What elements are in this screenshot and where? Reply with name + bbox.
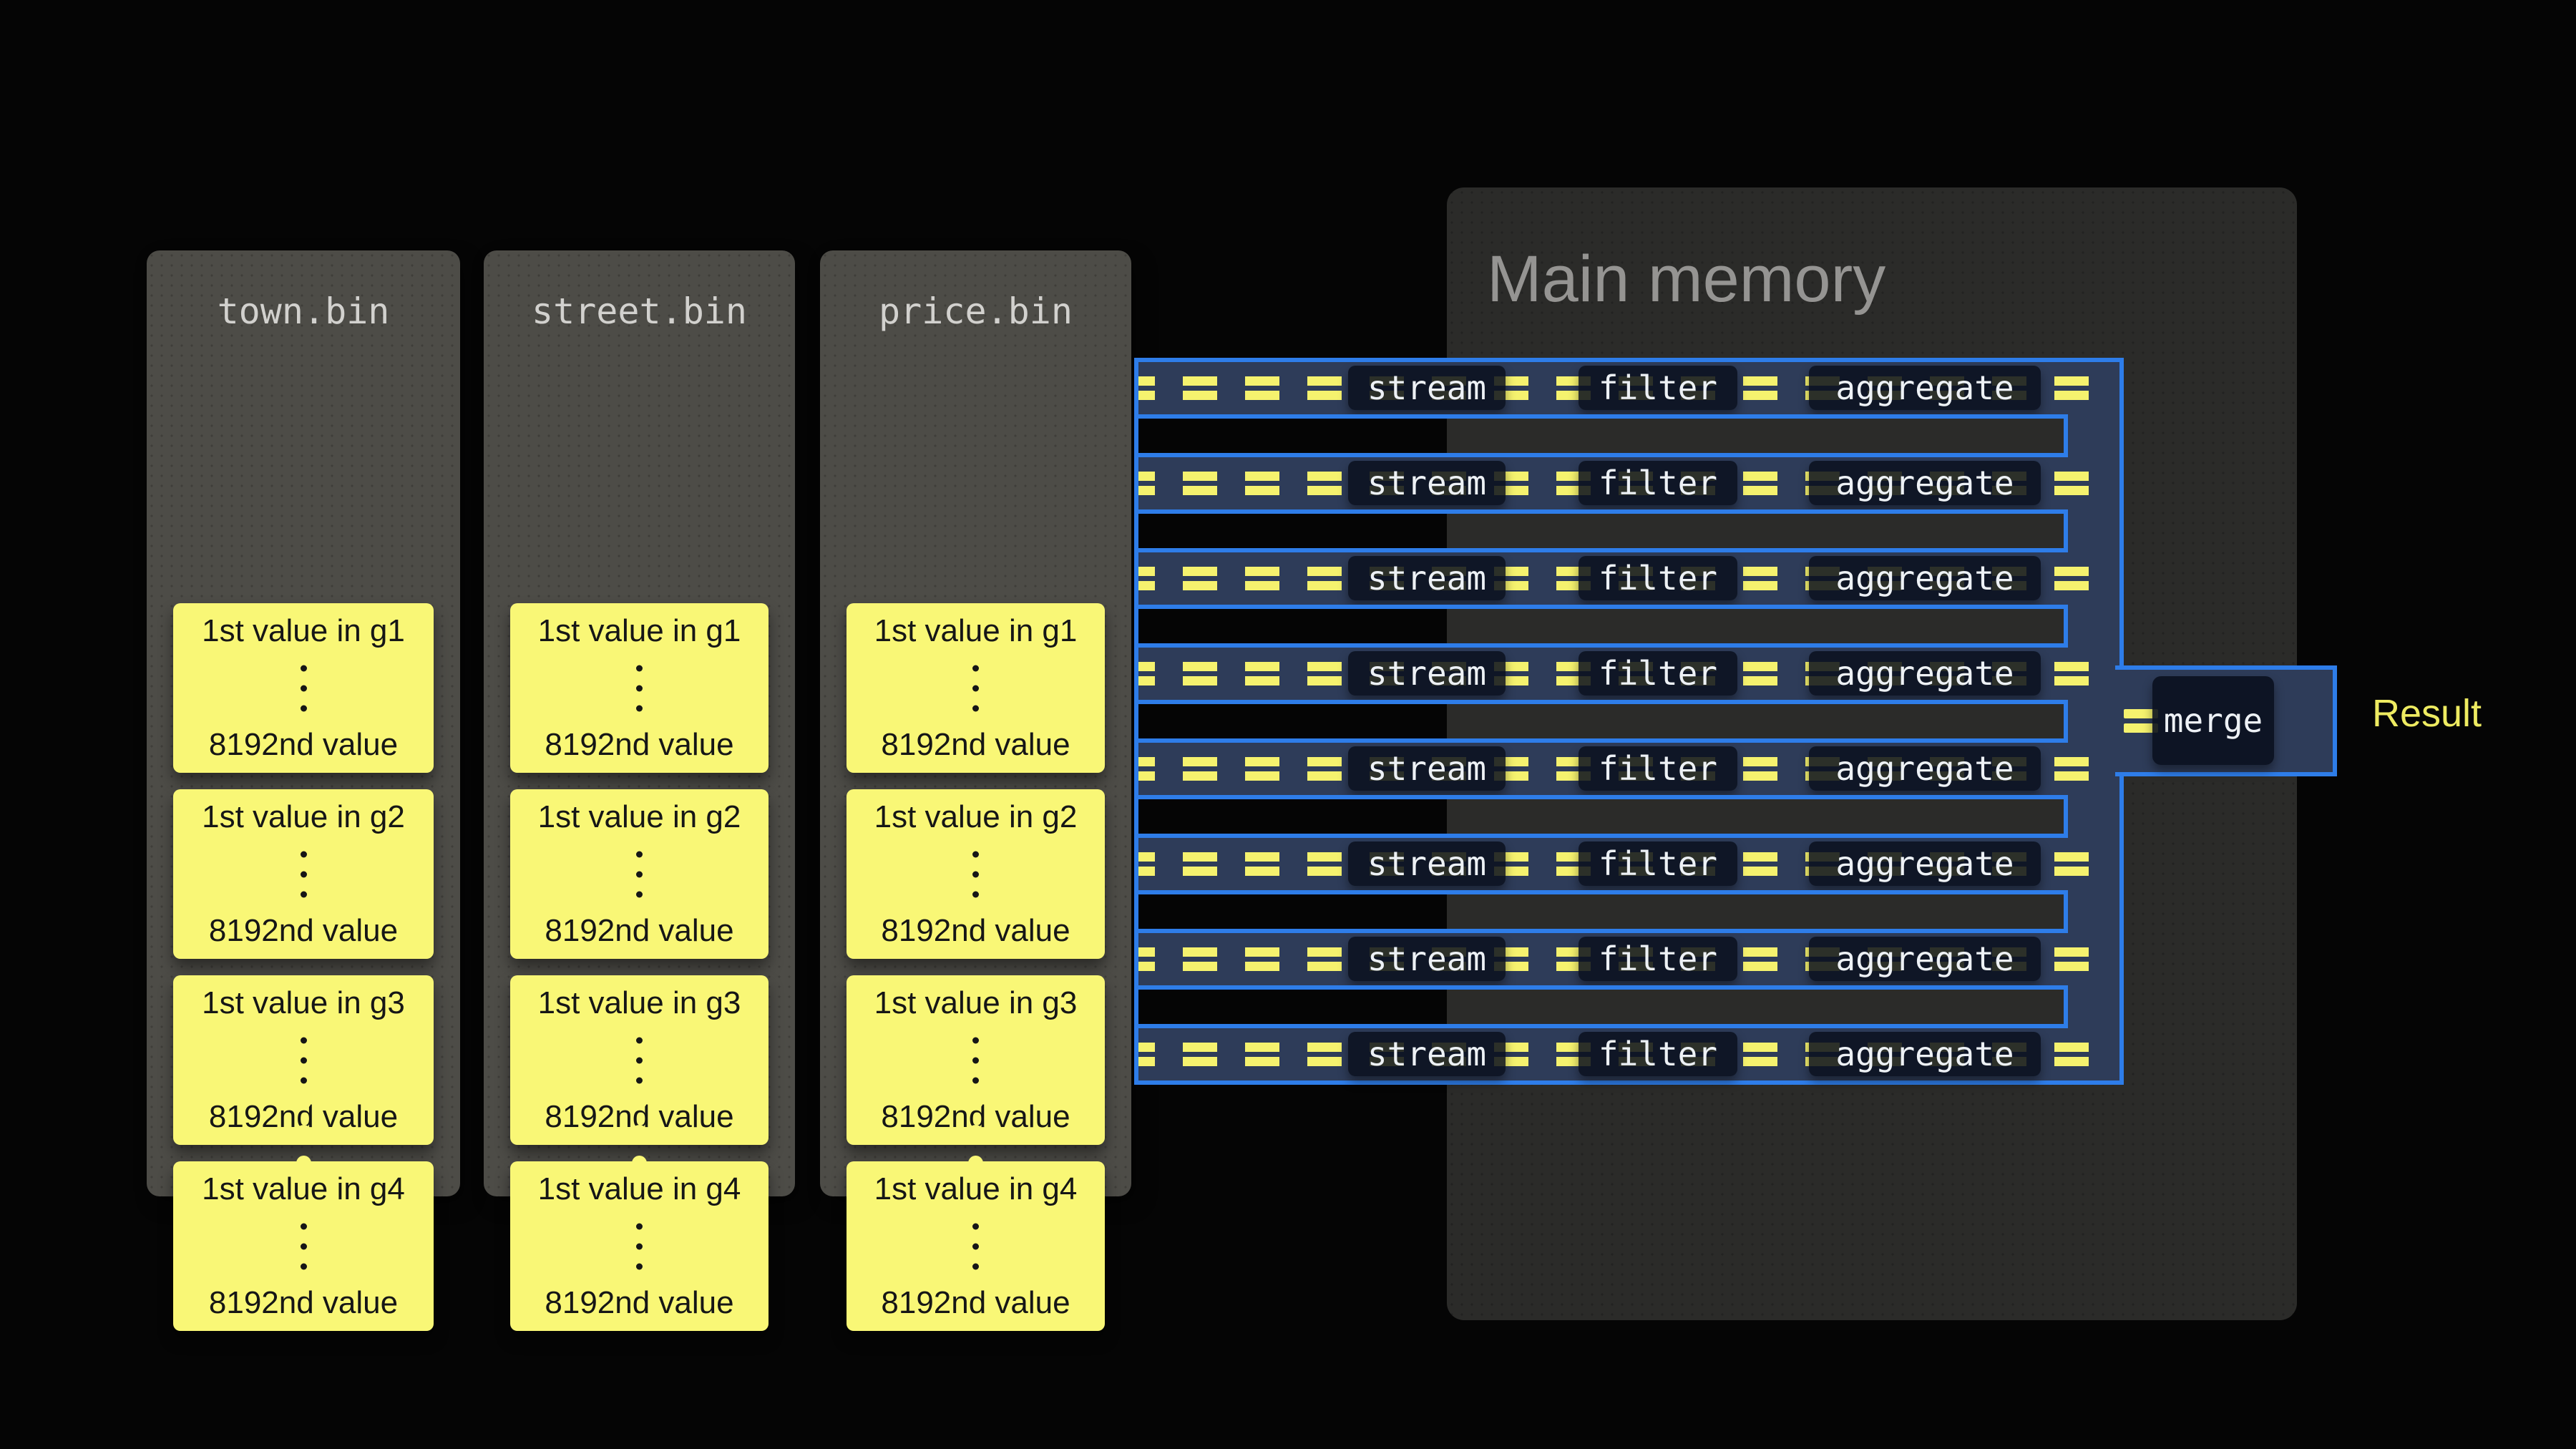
vertical-ellipsis-icon	[510, 1037, 769, 1083]
block-last-label: 8192nd value	[173, 913, 434, 949]
block-last-label: 8192nd value	[847, 727, 1105, 763]
stream-operator: stream	[1348, 461, 1506, 505]
pipeline-row: stream filter aggregate	[1138, 457, 2119, 509]
merge-strip: merge	[2115, 665, 2337, 776]
filter-operator: filter	[1579, 366, 1737, 410]
stream-operator: stream	[1348, 366, 1506, 410]
block-first-label: 1st value in g4	[173, 1171, 434, 1207]
aggregate-operator: aggregate	[1809, 651, 2041, 696]
pipeline-row: stream filter aggregate	[1138, 1028, 2119, 1080]
pipeline-connector	[1134, 985, 2068, 1028]
diagram-canvas: town.bin 1st value in g1 8192nd value 1s…	[0, 0, 2576, 1449]
value-block-g1: 1st value in g1 8192nd value	[173, 603, 434, 773]
aggregate-operator: aggregate	[1809, 841, 2041, 886]
aggregate-operator: aggregate	[1809, 366, 2041, 410]
vertical-ellipsis-icon	[847, 1037, 1105, 1083]
vertical-ellipsis-icon	[510, 1223, 769, 1269]
stream-operator: stream	[1348, 651, 1506, 696]
pipeline-connector	[1134, 795, 2068, 838]
merge-operator: merge	[2152, 676, 2274, 765]
stream-operator: stream	[1348, 1032, 1506, 1076]
block-first-label: 1st value in g3	[847, 985, 1105, 1021]
value-block-g1: 1st value in g1 8192nd value	[847, 603, 1105, 773]
pipeline-row: stream filter aggregate	[1138, 838, 2119, 890]
block-last-label: 8192nd value	[510, 1285, 769, 1321]
filter-operator: filter	[1579, 1032, 1737, 1076]
block-first-label: 1st value in g1	[173, 613, 434, 649]
aggregate-operator: aggregate	[1809, 746, 2041, 791]
vertical-ellipsis-icon	[847, 1223, 1105, 1269]
vertical-ellipsis-icon	[847, 665, 1105, 711]
vertical-ellipsis-icon	[173, 1223, 434, 1269]
pipeline-connector	[1134, 509, 2068, 552]
pipeline-row: stream filter aggregate	[1138, 362, 2119, 414]
block-last-label: 8192nd value	[173, 727, 434, 763]
pipeline-connector	[1134, 700, 2068, 743]
vertical-ellipsis-icon	[173, 665, 434, 711]
block-last-label: 8192nd value	[173, 1285, 434, 1321]
block-first-label: 1st value in g4	[510, 1171, 769, 1207]
vertical-ellipsis-icon	[510, 665, 769, 711]
vertical-ellipsis-icon	[847, 851, 1105, 897]
pipeline-connector	[1134, 890, 2068, 933]
pipeline-connector	[1134, 414, 2068, 457]
value-block-g4: 1st value in g4 8192nd value	[173, 1161, 434, 1331]
file-name-label: price.bin	[820, 291, 1131, 332]
pipeline-connector	[1134, 605, 2068, 648]
filter-operator: filter	[1579, 841, 1737, 886]
aggregate-operator: aggregate	[1809, 461, 2041, 505]
more-groups-ellipsis-icon	[147, 1094, 460, 1171]
more-groups-ellipsis-icon	[820, 1094, 1131, 1171]
file-name-label: street.bin	[484, 291, 795, 332]
block-first-label: 1st value in g2	[510, 799, 769, 835]
block-first-label: 1st value in g4	[847, 1171, 1105, 1207]
value-block-g2: 1st value in g2 8192nd value	[173, 789, 434, 959]
block-first-label: 1st value in g2	[173, 799, 434, 835]
stream-operator: stream	[1348, 937, 1506, 981]
block-last-label: 8192nd value	[847, 913, 1105, 949]
file-panel-street: street.bin 1st value in g1 8192nd value …	[484, 250, 795, 1196]
main-memory-title: Main memory	[1487, 242, 1885, 317]
more-groups-ellipsis-icon	[484, 1094, 795, 1171]
pipeline-row: stream filter aggregate	[1138, 552, 2119, 605]
stream-operator: stream	[1348, 746, 1506, 791]
vertical-ellipsis-icon	[173, 1037, 434, 1083]
filter-operator: filter	[1579, 556, 1737, 600]
aggregate-operator: aggregate	[1809, 937, 2041, 981]
pipeline-region: stream filter aggregate stream filter ag…	[1134, 358, 2124, 1085]
block-last-label: 8192nd value	[510, 913, 769, 949]
stream-operator: stream	[1348, 841, 1506, 886]
aggregate-operator: aggregate	[1809, 556, 2041, 600]
pipeline-row: stream filter aggregate	[1138, 743, 2119, 795]
filter-operator: filter	[1579, 461, 1737, 505]
stream-operator: stream	[1348, 556, 1506, 600]
value-block-g1: 1st value in g1 8192nd value	[510, 603, 769, 773]
block-first-label: 1st value in g2	[847, 799, 1105, 835]
filter-operator: filter	[1579, 651, 1737, 696]
filter-operator: filter	[1579, 937, 1737, 981]
filter-operator: filter	[1579, 746, 1737, 791]
pipeline-row: stream filter aggregate	[1138, 648, 2119, 700]
block-first-label: 1st value in g3	[173, 985, 434, 1021]
file-panel-town: town.bin 1st value in g1 8192nd value 1s…	[147, 250, 460, 1196]
block-last-label: 8192nd value	[510, 727, 769, 763]
value-block-g2: 1st value in g2 8192nd value	[847, 789, 1105, 959]
aggregate-operator: aggregate	[1809, 1032, 2041, 1076]
result-label: Result	[2372, 691, 2482, 736]
file-panel-price: price.bin 1st value in g1 8192nd value 1…	[820, 250, 1131, 1196]
block-last-label: 8192nd value	[847, 1285, 1105, 1321]
block-first-label: 1st value in g3	[510, 985, 769, 1021]
pipeline-row: stream filter aggregate	[1138, 933, 2119, 985]
value-block-g4: 1st value in g4 8192nd value	[847, 1161, 1105, 1331]
block-first-label: 1st value in g1	[847, 613, 1105, 649]
vertical-ellipsis-icon	[510, 851, 769, 897]
value-block-g2: 1st value in g2 8192nd value	[510, 789, 769, 959]
block-first-label: 1st value in g1	[510, 613, 769, 649]
value-block-g4: 1st value in g4 8192nd value	[510, 1161, 769, 1331]
vertical-ellipsis-icon	[173, 851, 434, 897]
file-name-label: town.bin	[147, 291, 460, 332]
